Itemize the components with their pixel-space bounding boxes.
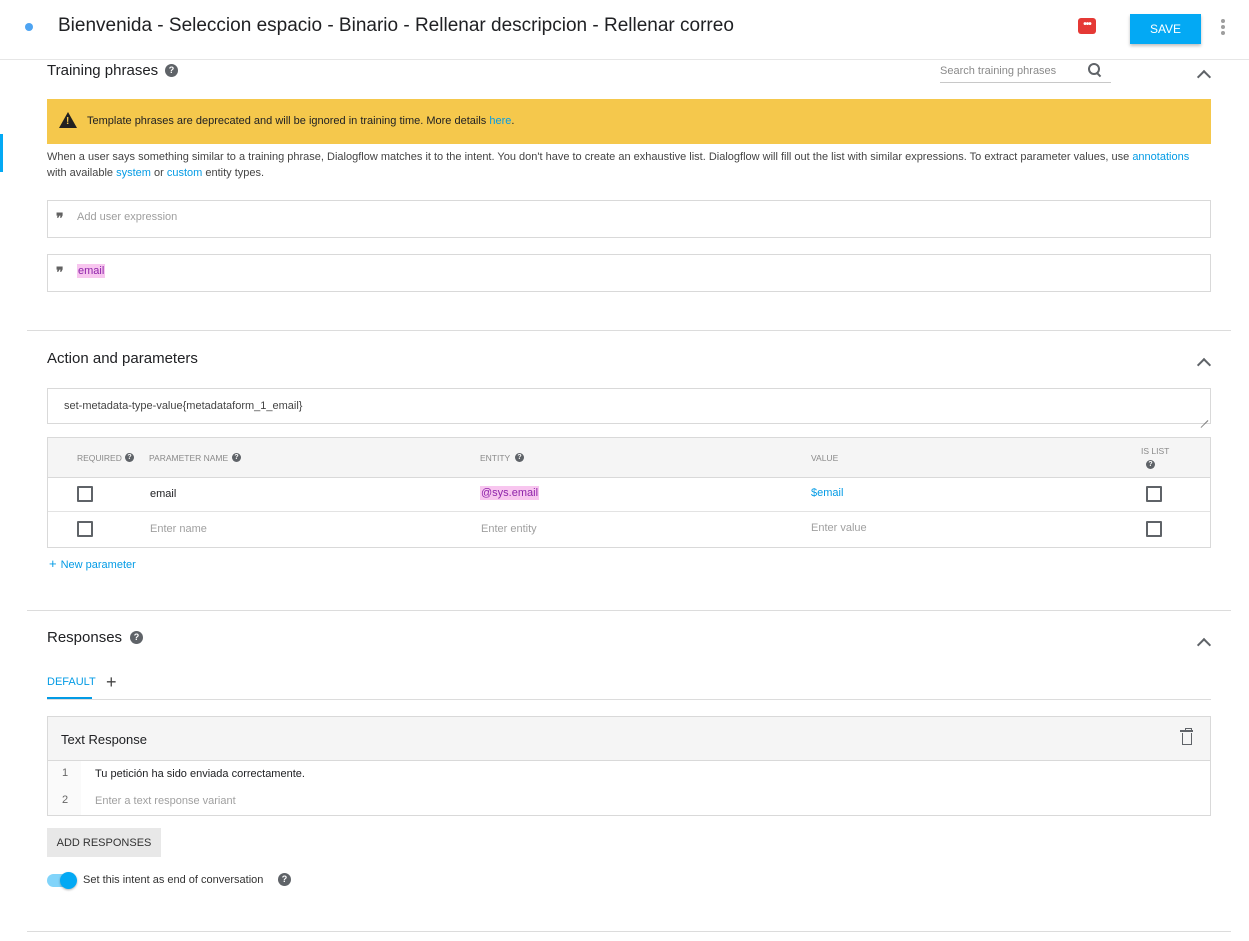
line-number: 2 [62,794,69,806]
help-icon[interactable]: ? [232,453,241,462]
responses-title: Responses [47,629,123,646]
more-vert-icon[interactable] [1219,19,1227,37]
training-description: When a user says something similar to a … [47,151,1190,179]
add-responses-button[interactable]: ADD RESPONSES [47,828,161,857]
collapse-responses-chevron-icon[interactable] [1197,636,1209,648]
column-entity: ENTITY [480,453,511,463]
action-name-input[interactable]: set-metadata-type-value{metadataform_1_e… [47,388,1211,424]
warning-text: Template phrases are deprecated and will… [87,115,515,127]
parameters-table-header: REQUIRED ? PARAMETER NAME ? ENTITY ? VAL… [48,438,1210,478]
left-accent [0,134,3,172]
add-tab-plus-icon[interactable]: + [106,672,117,693]
status-dot [25,23,33,31]
parameter-value[interactable]: $email [811,487,843,499]
tab-bar-line [47,699,1211,700]
delete-trash-icon[interactable] [1180,728,1193,745]
response-line[interactable]: Tu petición ha sido enviada correctament… [95,768,305,780]
response-variant-input[interactable]: Enter a text response variant [95,795,236,807]
required-checkbox[interactable] [77,521,93,537]
parameters-table: REQUIRED ? PARAMETER NAME ? ENTITY ? VAL… [47,437,1211,548]
quote-icon: ❞ [56,265,63,281]
enter-value-input[interactable]: Enter value [811,522,867,534]
search-icon[interactable] [1088,63,1101,76]
required-checkbox[interactable] [77,486,93,502]
warning-here-link[interactable]: here [489,115,511,127]
section-divider [27,610,1231,611]
system-link[interactable]: system [116,167,151,179]
annotations-link[interactable]: annotations [1132,151,1189,163]
is-list-checkbox[interactable] [1146,521,1162,537]
parameter-row-empty: Enter name Enter entity Enter value [48,512,1210,546]
save-button[interactable]: SAVE [1130,14,1201,44]
text-response-header: Text Response [48,717,1210,761]
add-user-expression-box[interactable]: ❞ [47,200,1211,238]
training-phrase-row[interactable]: ❞ email [47,254,1211,292]
search-input[interactable] [940,61,1085,77]
enter-name-input[interactable]: Enter name [150,523,207,535]
resize-grip-icon[interactable] [1200,413,1208,421]
help-icon[interactable]: ? [125,453,134,462]
help-icon[interactable]: ? [130,631,143,644]
plus-icon: + [49,556,57,571]
help-icon[interactable]: ? [1146,460,1155,469]
intent-title: Bienvenida - Seleccion espacio - Binario… [58,15,734,36]
column-parameter-name: PARAMETER NAME [149,453,229,463]
parameter-row: email @sys.email $email [48,478,1210,512]
quote-icon: ❞ [56,211,63,227]
is-list-checkbox[interactable] [1146,486,1162,502]
training-phrase-text[interactable]: email [77,264,106,278]
line-number: 1 [62,767,69,779]
parameter-entity[interactable]: @sys.email [480,486,540,500]
tab-default[interactable]: DEFAULT [47,676,96,688]
column-is-list: IS LIST [1141,446,1170,456]
section-divider [27,330,1231,331]
new-parameter-link[interactable]: + New parameter [49,556,136,571]
column-value: VALUE [811,453,839,463]
action-value: set-metadata-type-value{metadataform_1_e… [64,400,303,412]
training-phrases-title: Training phrases [47,62,159,79]
help-icon[interactable]: ? [165,64,178,77]
text-response-title: Text Response [61,732,147,747]
column-required: REQUIRED [77,453,122,463]
chat-icon[interactable]: ••• [1078,18,1096,34]
custom-link[interactable]: custom [167,167,202,179]
end-conversation-label: Set this intent as end of conversation [83,874,264,886]
end-conversation-toggle[interactable] [47,872,77,889]
add-user-expression-input[interactable] [77,211,677,223]
help-icon[interactable]: ? [515,453,524,462]
collapse-training-chevron-icon[interactable] [1197,68,1209,80]
header: Bienvenida - Seleccion espacio - Binario… [0,0,1249,60]
text-response-card: Text Response 1 Tu petición ha sido envi… [47,716,1211,816]
warning-icon: ! [59,112,77,128]
action-parameters-title: Action and parameters [47,350,198,367]
section-divider [27,931,1231,932]
enter-entity-input[interactable]: Enter entity [481,523,537,535]
parameter-name[interactable]: email [150,488,176,500]
collapse-action-chevron-icon[interactable] [1197,356,1209,368]
help-icon[interactable]: ? [278,873,291,886]
deprecation-warning: ! Template phrases are deprecated and wi… [47,99,1211,144]
search-training-phrases[interactable] [940,61,1111,83]
